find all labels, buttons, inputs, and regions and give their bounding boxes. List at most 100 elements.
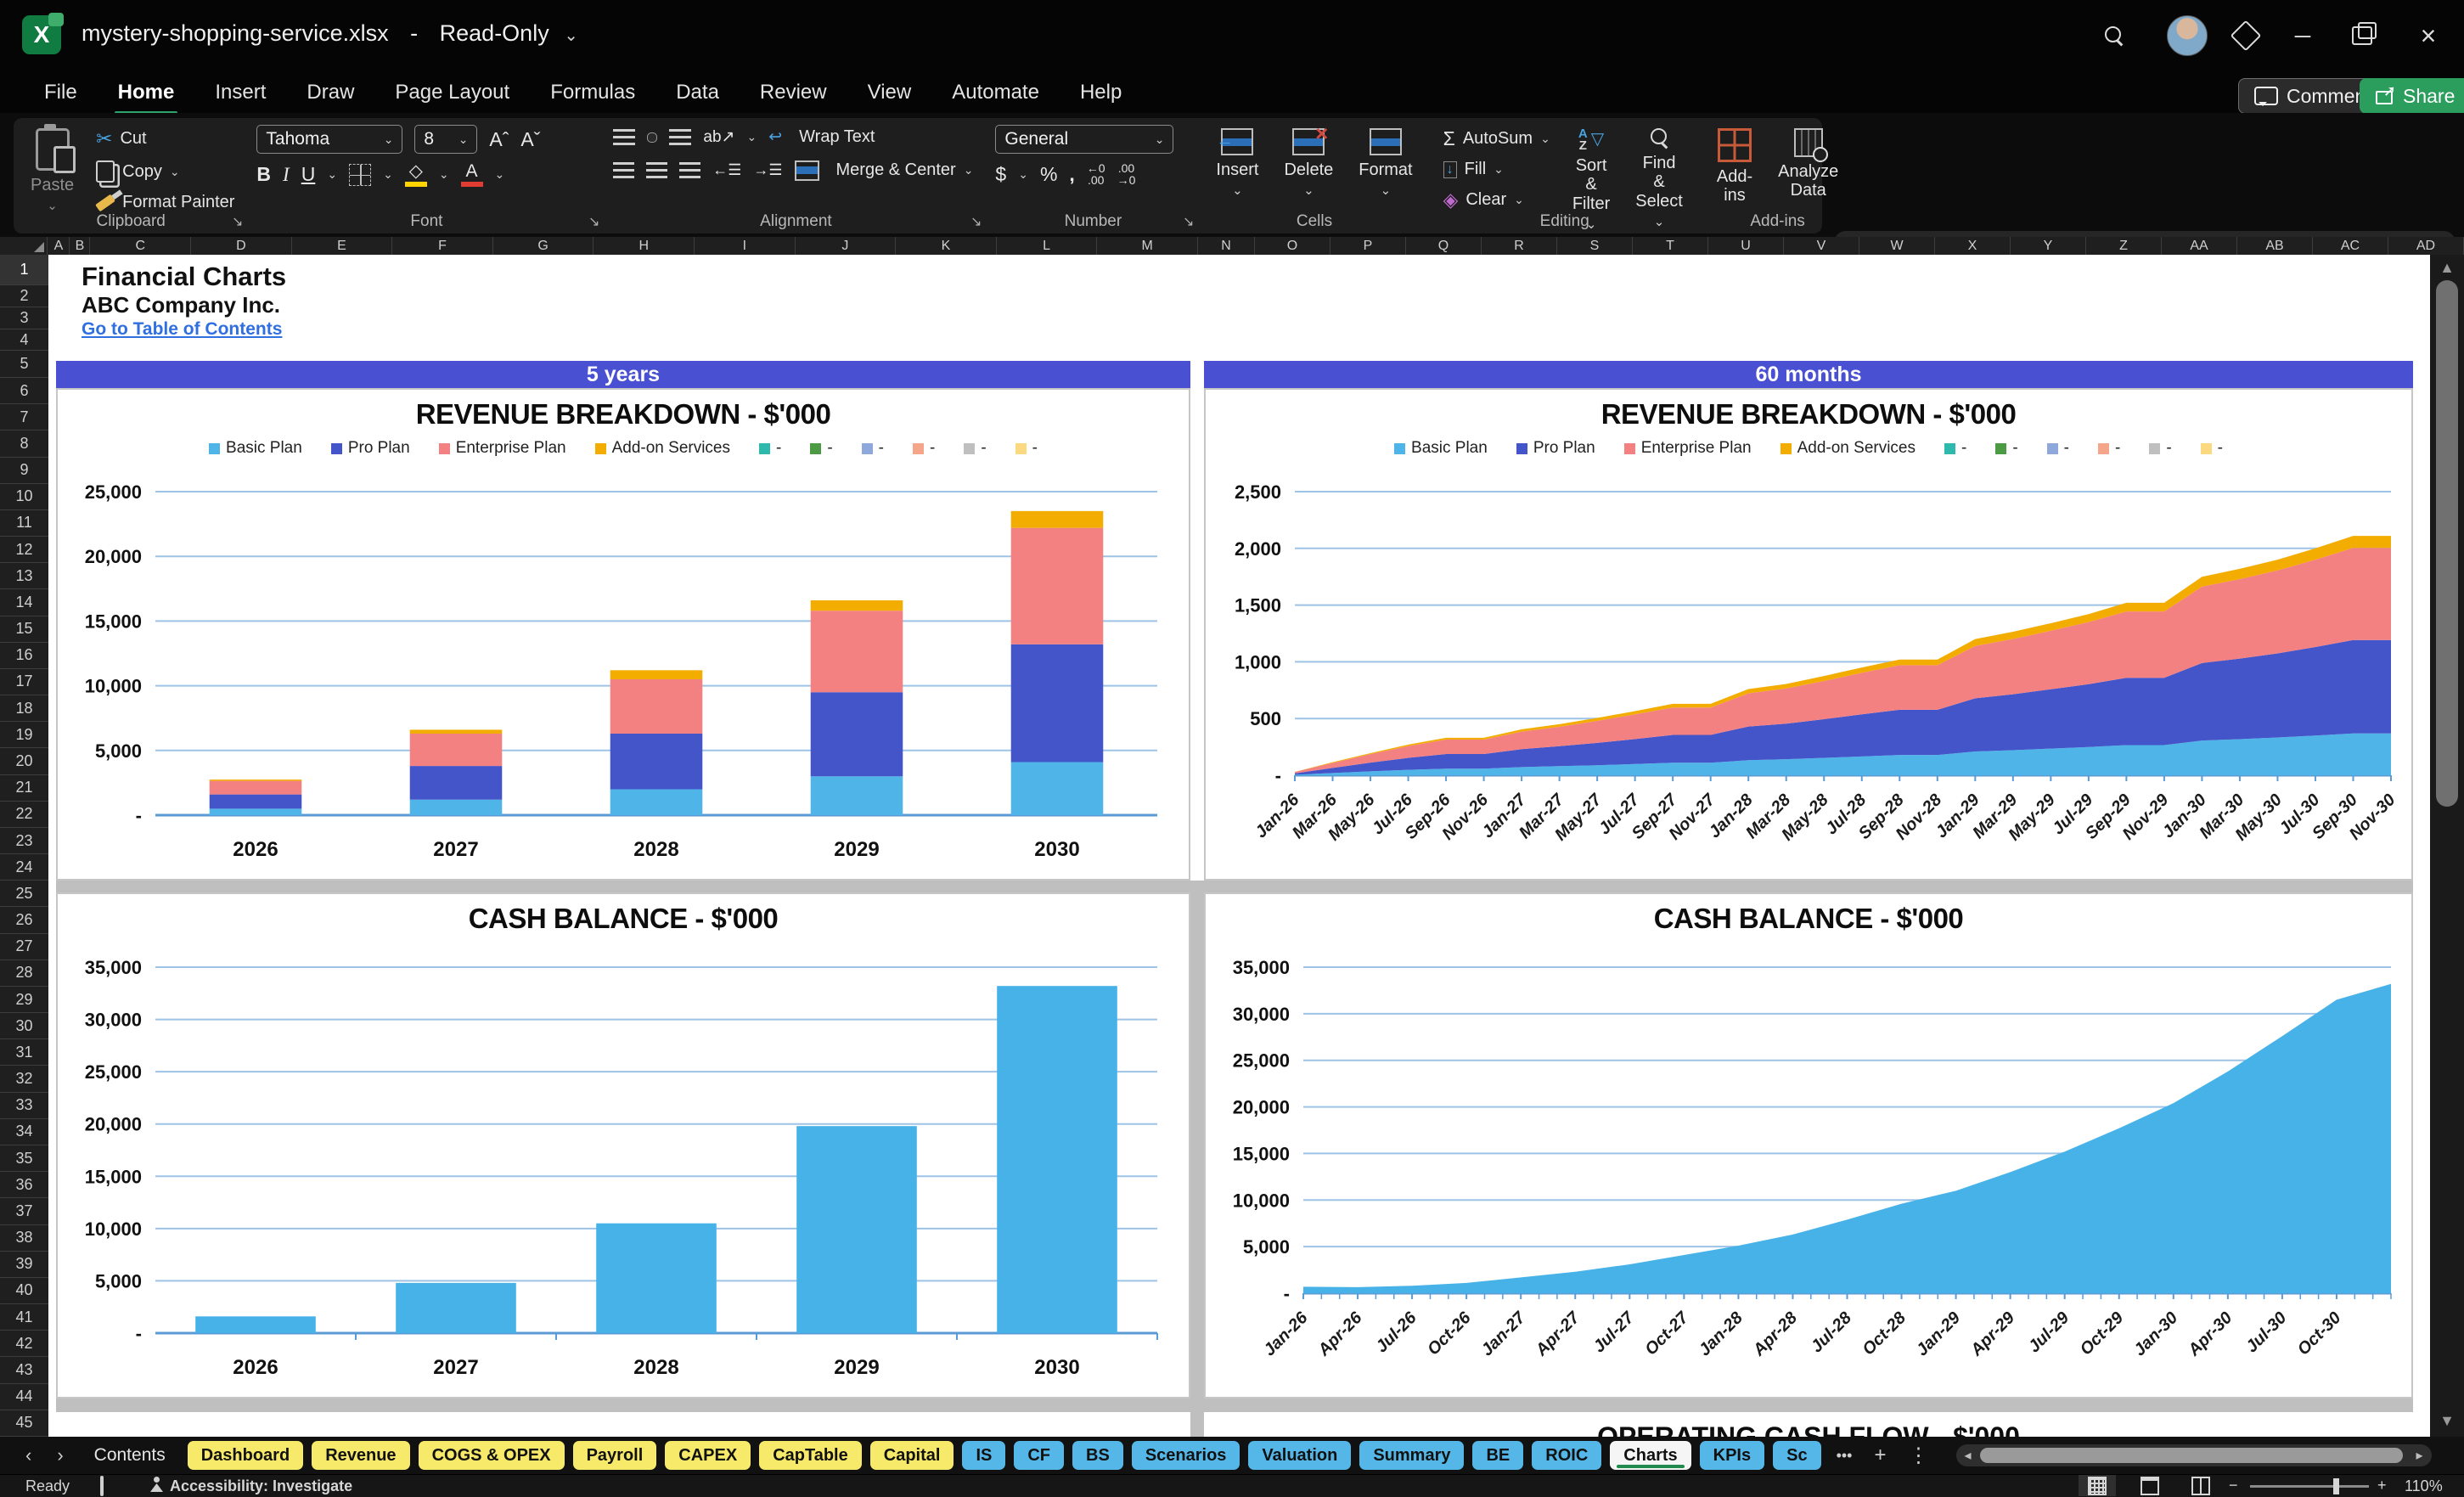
alignment-dialog-launcher[interactable]: ↘ [970,213,982,230]
row-header-40[interactable]: 40 [0,1278,48,1305]
wrap-text-button[interactable]: Wrap Text [794,125,880,149]
delete-cells-button[interactable]: Delete ⌄ [1275,121,1342,213]
sheet-tab-is[interactable]: IS [962,1441,1006,1470]
clipboard-dialog-launcher[interactable]: ↘ [232,213,243,230]
row-header-13[interactable]: 13 [0,563,48,590]
column-header-J[interactable]: J [796,237,897,255]
row-header-5[interactable]: 5 [0,351,48,378]
share-button[interactable]: Share ⌄ [2360,78,2464,114]
sheet-tab-sc[interactable]: Sc [1773,1441,1821,1470]
menu-tab-review[interactable]: Review [740,74,847,111]
accessibility-status[interactable]: Accessibility: Investigate [170,1477,352,1495]
column-header-B[interactable]: B [70,237,91,255]
column-header-H[interactable]: H [593,237,695,255]
select-all-corner[interactable] [0,237,48,255]
column-header-R[interactable]: R [1482,237,1557,255]
row-header-25[interactable]: 25 [0,881,48,908]
shrink-font-button[interactable]: Aˇ [520,128,540,151]
vertical-scrollbar[interactable]: ▲ ▼ [2430,255,2464,1437]
sheet-tab-roic[interactable]: ROIC [1532,1441,1602,1470]
column-header-P[interactable]: P [1330,237,1406,255]
row-header-14[interactable]: 14 [0,589,48,616]
menu-tab-formulas[interactable]: Formulas [530,74,655,111]
column-header-K[interactable]: K [896,237,997,255]
decrease-decimal-button[interactable]: .00 →0 [1117,162,1136,186]
row-header-41[interactable]: 41 [0,1304,48,1331]
horizontal-scroll-thumb[interactable] [1979,1448,2403,1463]
row-header-22[interactable]: 22 [0,802,48,828]
sheet-tab-capex[interactable]: CAPEX [665,1441,751,1470]
column-header-AB[interactable]: AB [2237,237,2313,255]
addins-button[interactable]: Add-ins [1708,125,1761,213]
column-header-Y[interactable]: Y [2011,237,2086,255]
font-name-combo[interactable]: Tahoma ⌄ [256,125,403,154]
sheet-tab-be[interactable]: BE [1472,1441,1524,1470]
menu-tab-insert[interactable]: Insert [194,74,286,111]
row-header-15[interactable]: 15 [0,616,48,643]
row-header-32[interactable]: 32 [0,1066,48,1093]
row-header-37[interactable]: 37 [0,1198,48,1225]
increase-indent-button[interactable]: →☰ [753,161,782,179]
comma-style-button[interactable]: , [1069,163,1074,186]
column-header-Q[interactable]: Q [1406,237,1482,255]
more-sheets-button[interactable]: ••• [1830,1447,1859,1465]
sheet-tab-kpis[interactable]: KPIs [1699,1441,1765,1470]
menu-tab-help[interactable]: Help [1060,74,1142,111]
autosum-button[interactable]: Σ AutoSum ⌄ [1438,125,1555,153]
font-size-combo[interactable]: 8 ⌄ [414,125,478,154]
row-header-10[interactable]: 10 [0,484,48,510]
zoom-slider-track[interactable] [2250,1485,2369,1488]
row-header-43[interactable]: 43 [0,1357,48,1384]
menu-tab-file[interactable]: File [24,74,98,111]
search-button[interactable] [2097,20,2131,51]
orientation-button[interactable]: ab↗ [703,127,734,147]
grow-font-button[interactable]: Aˆ [489,128,509,151]
column-header-N[interactable]: N [1198,237,1255,255]
row-header-42[interactable]: 42 [0,1331,48,1358]
borders-button[interactable] [349,163,372,186]
column-header-L[interactable]: L [997,237,1098,255]
horizontal-scrollbar[interactable]: ◂ ▸ [1955,1444,2432,1466]
accounting-format-button[interactable]: $ [995,163,1006,186]
row-header-39[interactable]: 39 [0,1252,48,1278]
italic-button[interactable]: I [283,164,290,186]
row-header-33[interactable]: 33 [0,1093,48,1119]
column-header-E[interactable]: E [292,237,393,255]
align-left-button[interactable] [613,161,635,179]
menu-tab-data[interactable]: Data [655,74,740,111]
minimize-button[interactable]: ─ [2286,20,2320,51]
sheet-tab-scenarios[interactable]: Scenarios [1131,1441,1240,1470]
row-header-12[interactable]: 12 [0,537,48,564]
column-header-AC[interactable]: AC [2313,237,2388,255]
zoom-out-button[interactable]: − [2229,1477,2238,1494]
number-format-combo[interactable]: General ⌄ [995,125,1174,154]
row-header-38[interactable]: 38 [0,1225,48,1252]
row-header-26[interactable]: 26 [0,907,48,934]
menu-tab-automate[interactable]: Automate [931,74,1060,111]
sheet-tab-cf[interactable]: CF [1014,1441,1065,1470]
title-chevron-icon[interactable]: ⌄ [564,26,578,45]
menu-tab-draw[interactable]: Draw [286,74,374,111]
menu-tab-home[interactable]: Home [98,74,195,115]
row-header-27[interactable]: 27 [0,934,48,960]
zoom-level[interactable]: 110% [2405,1477,2443,1495]
page-break-view-button[interactable] [2182,1475,2219,1496]
clear-button[interactable]: ◈ Clear ⌄ [1438,186,1555,214]
align-bottom-button[interactable] [669,128,692,146]
row-header-8[interactable]: 8 [0,431,48,458]
column-header-A[interactable]: A [48,237,70,255]
row-header-31[interactable]: 31 [0,1039,48,1066]
hscroll-left-arrow[interactable]: ◂ [1956,1447,1980,1464]
close-button[interactable]: × [2411,20,2445,51]
align-right-button[interactable] [679,161,701,179]
sheet-tab-payroll[interactable]: Payroll [572,1441,657,1470]
row-header-29[interactable]: 29 [0,987,48,1014]
row-header-1[interactable]: 1 [0,255,48,285]
scroll-up-arrow[interactable]: ▲ [2430,255,2464,280]
new-sheet-button[interactable]: + [1867,1444,1893,1467]
decrease-indent-button[interactable]: ←☰ [712,161,741,179]
row-header-17[interactable]: 17 [0,669,48,696]
column-header-S[interactable]: S [1557,237,1633,255]
row-header-35[interactable]: 35 [0,1145,48,1173]
sheet-tab-charts[interactable]: Charts [1610,1441,1691,1470]
